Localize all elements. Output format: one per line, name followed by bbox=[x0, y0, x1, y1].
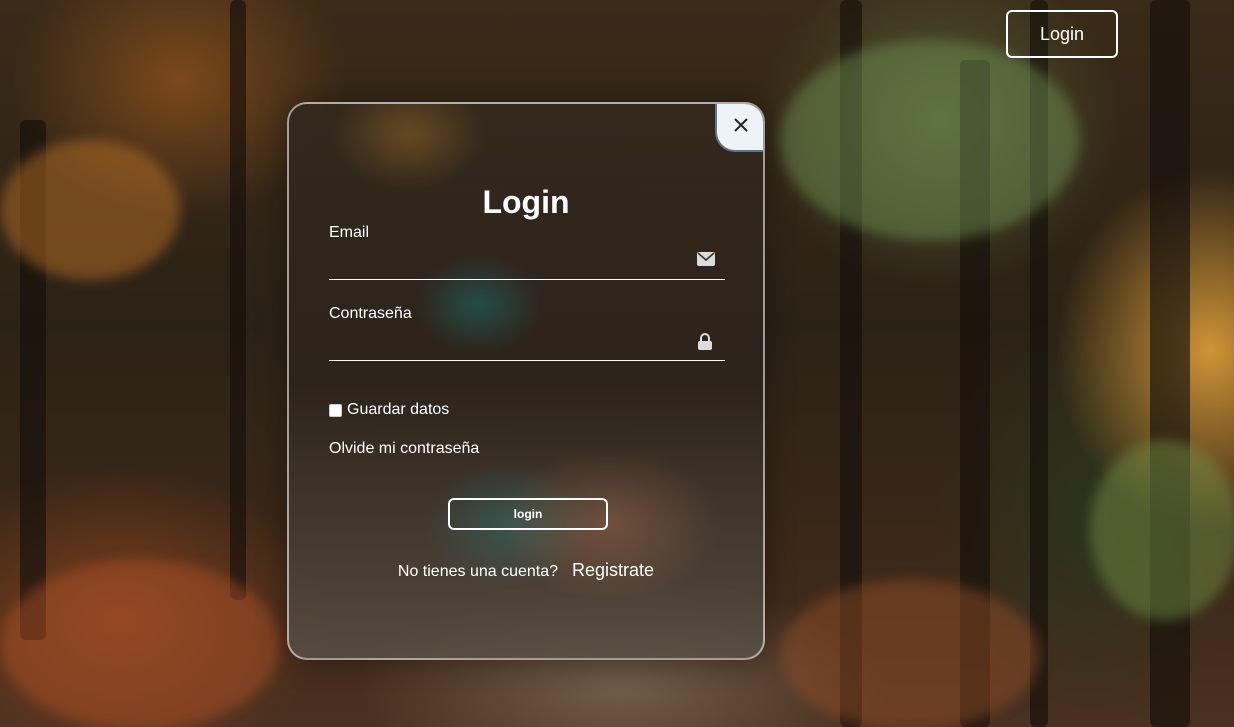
register-row: No tienes una cuenta? Registrate bbox=[289, 560, 763, 581]
email-field-group: Email bbox=[329, 224, 725, 282]
close-button[interactable] bbox=[715, 104, 763, 152]
email-label: Email bbox=[329, 224, 370, 241]
register-prompt: No tienes una cuenta? bbox=[397, 563, 559, 580]
login-modal: Login Email Contraseña Guardar datos Olv… bbox=[287, 102, 765, 660]
envelope-icon bbox=[697, 252, 715, 268]
password-label: Contraseña bbox=[329, 305, 412, 322]
password-input[interactable] bbox=[329, 325, 725, 361]
close-icon bbox=[733, 113, 749, 139]
lock-icon bbox=[697, 333, 715, 350]
remember-label: Guardar datos bbox=[347, 401, 450, 418]
remember-me: Guardar datos bbox=[329, 401, 449, 419]
login-submit-button[interactable]: login bbox=[448, 498, 608, 530]
remember-checkbox[interactable] bbox=[329, 403, 342, 417]
register-link[interactable]: Registrate bbox=[572, 560, 654, 581]
password-field-group: Contraseña bbox=[329, 305, 725, 363]
email-input[interactable] bbox=[329, 244, 725, 280]
modal-title: Login bbox=[482, 184, 570, 220]
header-login-button[interactable]: Login bbox=[1006, 10, 1118, 58]
forgot-password-link[interactable]: Olvide mi contraseña bbox=[329, 440, 479, 458]
